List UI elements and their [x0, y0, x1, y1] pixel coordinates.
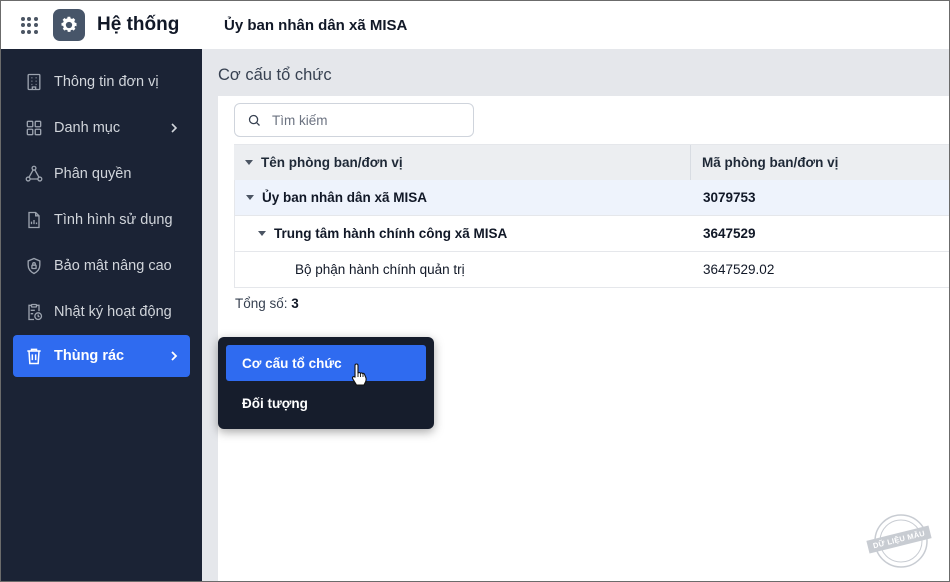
top-header: Hệ thống Ủy ban nhân dân xã MISA: [1, 1, 949, 49]
total-count: Tổng số: 3: [235, 296, 299, 311]
gear-icon: [53, 9, 85, 41]
row-code: 3647529: [703, 226, 756, 241]
sidebar-item-trash[interactable]: Thùng rác: [13, 335, 190, 377]
row-name: Ủy ban nhân dân xã MISA: [262, 190, 428, 205]
sidebar-item-label: Bảo mật nâng cao: [54, 258, 172, 274]
app-launcher-button[interactable]: [7, 1, 51, 49]
sidebar-item-label: Thông tin đơn vị: [54, 74, 159, 90]
row-code: 3647529.02: [703, 262, 775, 277]
sidebar-item-security[interactable]: Bảo mật nâng cao: [1, 243, 202, 289]
page-title: Cơ cấu tổ chức: [218, 66, 332, 84]
sidebar-item-usage[interactable]: Tình hình sử dụng: [1, 197, 202, 243]
search-icon: [248, 114, 260, 126]
share-nodes-icon: [23, 163, 45, 185]
sidebar-item-label: Danh mục: [54, 120, 121, 136]
sidebar-item-label: Tình hình sử dụng: [54, 212, 173, 228]
clipboard-clock-icon: [23, 301, 45, 323]
chart-file-icon: [23, 209, 45, 231]
grid-icon: [23, 117, 45, 139]
app-title: Hệ thống: [97, 14, 180, 35]
org-structure-table: Tên phòng ban/đơn vị Mã phòng ban/đơn vị…: [234, 144, 949, 288]
caret-down-icon[interactable]: [246, 195, 254, 200]
submenu-item-org-structure[interactable]: Cơ cấu tổ chức: [226, 345, 426, 381]
sidebar-item-permissions[interactable]: Phân quyền: [1, 151, 202, 197]
chevron-right-icon: [171, 123, 178, 133]
hand-pointer-icon: [351, 363, 367, 386]
caret-down-icon[interactable]: [245, 160, 253, 165]
row-name: Bộ phận hành chính quản trị: [295, 262, 465, 277]
sidebar-item-label: Thùng rác: [54, 348, 125, 364]
apps-grid-icon: [20, 16, 38, 34]
column-header-code[interactable]: Mã phòng ban/đơn vị: [691, 155, 838, 170]
organization-name: Ủy ban nhân dân xã MISA: [224, 16, 408, 34]
row-code: 3079753: [703, 190, 756, 205]
caret-down-icon[interactable]: [258, 231, 266, 236]
trash-icon: [23, 345, 45, 367]
search-input[interactable]: [272, 112, 462, 128]
table-header: Tên phòng ban/đơn vị Mã phòng ban/đơn vị: [234, 144, 949, 180]
column-header-name[interactable]: Tên phòng ban/đơn vị: [234, 145, 691, 180]
building-icon: [23, 71, 45, 93]
table-row[interactable]: Trung tâm hành chính công xã MISA 364752…: [234, 216, 949, 252]
sidebar-item-catalog[interactable]: Danh mục: [1, 105, 202, 151]
row-name: Trung tâm hành chính công xã MISA: [274, 226, 508, 241]
submenu-item-objects[interactable]: Đối tượng: [226, 385, 426, 421]
table-row[interactable]: Ủy ban nhân dân xã MISA 3079753: [234, 180, 949, 216]
sidebar-item-label: Nhật ký hoạt động: [54, 304, 172, 320]
main-content: Cơ cấu tổ chức Tên phòng ban/đơn vị Mã p…: [202, 49, 949, 581]
shield-lock-icon: [23, 255, 45, 277]
sidebar-item-label: Phân quyền: [54, 166, 132, 182]
sidebar-item-activity-log[interactable]: Nhật ký hoạt động: [1, 289, 202, 335]
chevron-right-icon: [171, 351, 178, 361]
sidebar-item-unit-info[interactable]: Thông tin đơn vị: [1, 59, 202, 105]
total-count-value: 3: [291, 296, 299, 311]
sample-data-watermark: DỮ LIỆU MẪU: [866, 511, 932, 571]
search-box[interactable]: [234, 103, 474, 137]
trash-submenu: Cơ cấu tổ chức Đối tượng: [218, 337, 434, 429]
sidebar: Thông tin đơn vị Danh mục Phân quyền Tìn…: [1, 49, 202, 581]
table-row[interactable]: Bộ phận hành chính quản trị 3647529.02: [234, 252, 949, 288]
